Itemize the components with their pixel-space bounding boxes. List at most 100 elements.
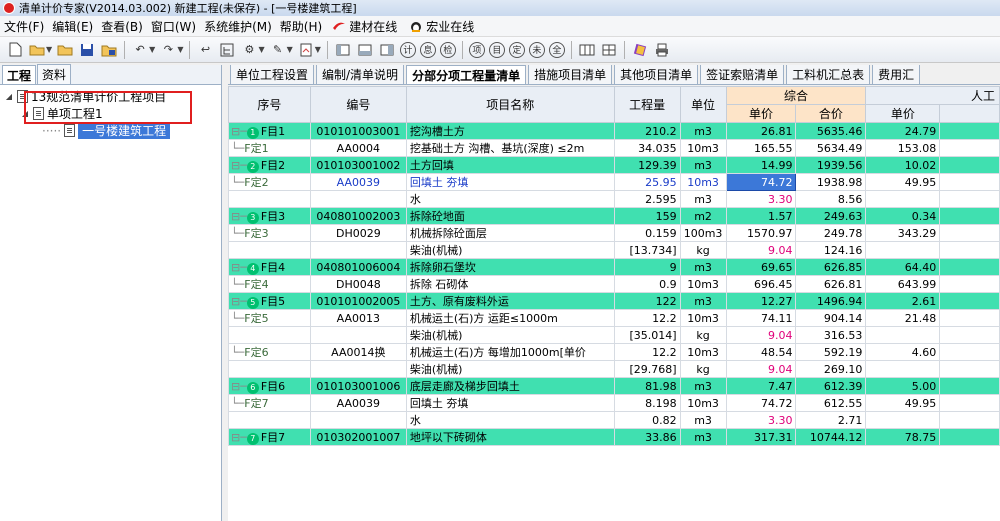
cell-unit[interactable]: 10m3 (679, 309, 727, 327)
cell-extra[interactable] (939, 190, 1000, 208)
cell-extra[interactable] (939, 224, 1000, 242)
cell-unit[interactable]: m3 (679, 156, 727, 174)
chevron-down-icon[interactable]: ▼ (258, 45, 264, 54)
header-total[interactable]: 合价 (795, 104, 867, 123)
cell-total[interactable]: 269.10 (795, 360, 867, 378)
menu-window[interactable]: 窗口(W) (147, 18, 200, 35)
cell-qty[interactable]: 0.159 (613, 224, 681, 242)
chevron-down-icon[interactable]: ▼ (177, 45, 183, 54)
chevron-down-icon[interactable]: ▼ (149, 45, 155, 54)
cell-seq[interactable]: ⊟─ 7 F目7 (228, 428, 311, 446)
cell-total[interactable]: 612.55 (795, 394, 867, 412)
cell-labor-price[interactable]: 153.08 (865, 139, 941, 157)
cell-seq[interactable]: ⊟─ 2 F目2 (228, 156, 311, 174)
cell-labor-price[interactable]: 24.79 (865, 122, 941, 140)
tab-other-items[interactable]: 其他项目清单 (614, 65, 699, 84)
cell-code[interactable]: DH0048 (309, 275, 407, 293)
menu-system[interactable]: 系统维护(M) (200, 18, 276, 35)
report-icon[interactable] (297, 41, 315, 59)
panel-split-icon[interactable] (378, 41, 396, 59)
cell-extra[interactable] (939, 394, 1000, 412)
cell-name[interactable]: 挖沟槽土方 (405, 122, 615, 140)
cell-name[interactable]: 机械运土(石)方 运距≤1000m (405, 309, 615, 327)
header-qty[interactable]: 工程量 (613, 86, 681, 123)
cell-unit-price[interactable]: 165.55 (725, 139, 797, 157)
cell-qty[interactable]: 8.198 (613, 394, 681, 412)
redo-icon[interactable]: ↷ (159, 41, 177, 59)
target-icon[interactable]: 目 (488, 41, 505, 58)
cell-seq[interactable]: └─F定6 (228, 343, 311, 361)
collapse-arrow-icon[interactable]: ◢ (4, 92, 14, 101)
cell-unit-price[interactable]: 74.11 (725, 309, 797, 327)
cell-unit-price[interactable]: 26.81 (725, 122, 797, 140)
cell-unit-price[interactable]: 74.72 (725, 394, 797, 412)
cell-name[interactable]: 拆除砼地面 (405, 207, 615, 225)
cell-unit-price[interactable]: 14.99 (725, 156, 797, 174)
cell-extra[interactable] (939, 139, 1000, 157)
book-icon[interactable] (631, 41, 649, 59)
chevron-down-icon[interactable]: ▼ (46, 45, 52, 54)
cell-unit[interactable]: kg (679, 360, 727, 378)
cell-labor-price[interactable]: 5.00 (865, 377, 941, 395)
cell-labor-price[interactable]: 0.34 (865, 207, 941, 225)
list-row[interactable]: ⊟─ 7 F目7 010302001007 地坪以下砖砌体 33.86 m3 317.31 10… (228, 428, 1000, 446)
cell-unit-price[interactable]: 69.65 (725, 258, 797, 276)
cell-seq[interactable] (228, 360, 311, 378)
cell-qty[interactable]: 33.86 (613, 428, 681, 446)
cell-labor-price[interactable]: 49.95 (865, 173, 941, 191)
cell-total[interactable]: 612.39 (795, 377, 867, 395)
cell-code[interactable] (309, 190, 407, 208)
new-file-icon[interactable] (6, 41, 24, 59)
cell-code[interactable]: 010103001006 (309, 377, 407, 395)
cell-code[interactable]: AA0013 (309, 309, 407, 327)
cell-labor-price[interactable]: 4.60 (865, 343, 941, 361)
cell-labor-price[interactable]: 2.61 (865, 292, 941, 310)
cell-name[interactable]: 水 (405, 190, 615, 208)
cell-seq[interactable]: └─F定5 (228, 309, 311, 327)
cell-code[interactable]: 010103001002 (309, 156, 407, 174)
cell-labor-price[interactable] (865, 411, 941, 429)
cell-seq[interactable]: ⊟─ 5 F目5 (228, 292, 311, 310)
cell-seq[interactable]: └─F定2 (228, 173, 311, 191)
cell-name[interactable]: 柴油(机械) (405, 241, 615, 259)
check-icon[interactable]: 检 (439, 41, 456, 58)
undo-icon[interactable]: ↶ (131, 41, 149, 59)
cell-qty[interactable]: 159 (613, 207, 681, 225)
cell-extra[interactable] (939, 173, 1000, 191)
cell-code[interactable] (309, 360, 407, 378)
cell-total[interactable]: 5634.49 (795, 139, 867, 157)
cell-unit[interactable]: m3 (679, 377, 727, 395)
cell-labor-price[interactable] (865, 190, 941, 208)
list-row[interactable]: ⊟─ 2 F目2 010103001002 土方回填 129.39 m3 14.99 1939.… (228, 156, 1000, 174)
tab-measures[interactable]: 措施项目清单 (528, 65, 613, 84)
cell-unit[interactable]: m3 (679, 258, 727, 276)
header-seq[interactable]: 序号 (228, 86, 311, 123)
cell-seq[interactable] (228, 241, 311, 259)
cell-unit[interactable]: 10m3 (679, 139, 727, 157)
cell-labor-price[interactable]: 643.99 (865, 275, 941, 293)
cell-name[interactable]: 机械拆除砼面层 (405, 224, 615, 242)
cell-extra[interactable] (939, 275, 1000, 293)
cell-unit-price[interactable]: 317.31 (725, 428, 797, 446)
item-icon[interactable]: 项 (468, 41, 485, 58)
cell-name[interactable]: 土方、原有废料外运 (405, 292, 615, 310)
list-row[interactable]: ⊟─ 5 F目5 010101002005 土方、原有废料外运 122 m3 12.27 149… (228, 292, 1000, 310)
cell-extra[interactable] (939, 411, 1000, 429)
cell-total[interactable]: 249.78 (795, 224, 867, 242)
cell-unit-price[interactable]: 12.27 (725, 292, 797, 310)
cell-qty[interactable]: 12.2 (613, 343, 681, 361)
cell-unit-price[interactable]: 1570.97 (725, 224, 797, 242)
folder-icon[interactable] (56, 41, 74, 59)
cell-name[interactable]: 回填土 夯填 (405, 394, 615, 412)
quota-row[interactable]: └─F定2 AA0039 回填土 夯填 25.95 10m3 74.72 1938.98 49… (228, 173, 1000, 191)
cell-unit-price[interactable]: 696.45 (725, 275, 797, 293)
unfinished-icon[interactable]: 未 (528, 41, 545, 58)
cell-code[interactable]: DH0029 (309, 224, 407, 242)
list-row[interactable]: ⊟─ 3 F目3 040801002003 拆除砼地面 159 m2 1.57 249.63 0.… (228, 207, 1000, 225)
cell-qty[interactable]: [29.768] (613, 360, 681, 378)
cell-extra[interactable] (939, 326, 1000, 344)
cell-total[interactable]: 8.56 (795, 190, 867, 208)
tab-fees[interactable]: 费用汇 (872, 65, 921, 84)
cell-qty[interactable]: [35.014] (613, 326, 681, 344)
cell-name[interactable]: 拆除 石砌体 (405, 275, 615, 293)
